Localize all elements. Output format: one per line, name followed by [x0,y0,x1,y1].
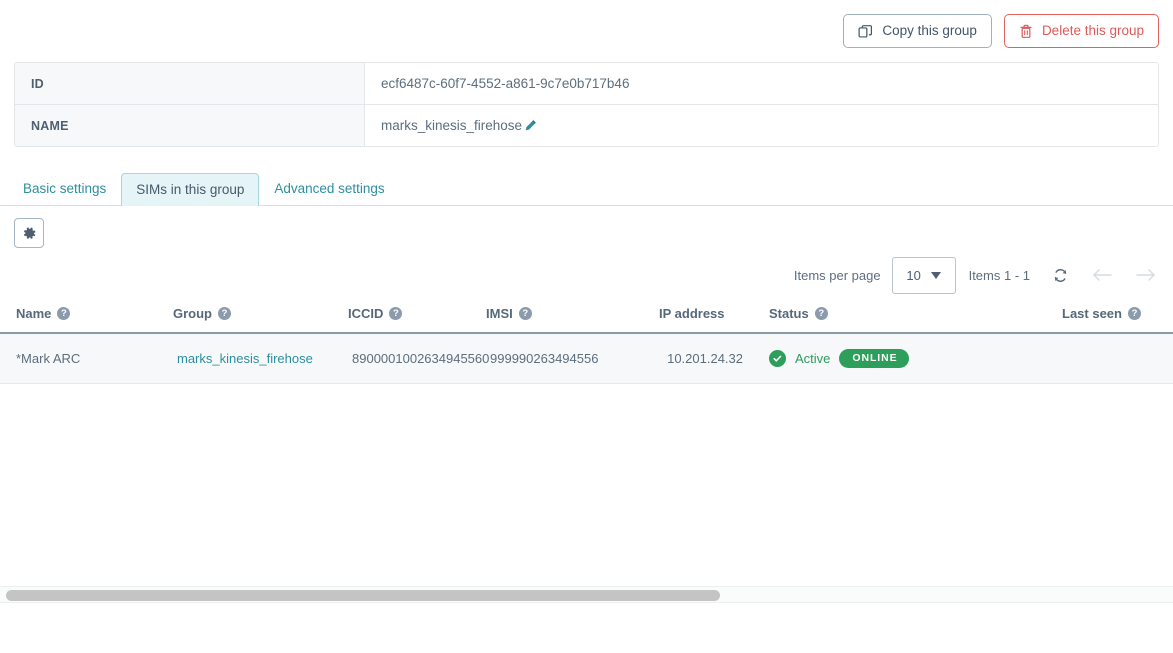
items-per-page-value: 10 [906,268,920,283]
help-icon-group[interactable]: ? [218,307,231,320]
cell-group: marks_kinesis_firehose [173,333,348,383]
items-per-page-select[interactable]: 10 [892,257,956,294]
info-label-name: NAME [15,105,365,146]
cell-name: *Mark ARC [0,333,173,383]
column-header-last-seen-label: Last seen [1062,306,1122,321]
status-badge: ONLINE [839,349,909,368]
info-value-id: ecf6487c-60f7-4552-a861-9c7e0b717b46 [365,63,1158,104]
copy-this-group-label: Copy this group [882,24,977,38]
cell-last-seen [1062,333,1173,383]
table-header-row: Name ? Group ? ICCID ? [0,298,1173,333]
sims-table: Name ? Group ? ICCID ? [0,298,1173,384]
horizontal-scrollbar-thumb[interactable] [6,590,720,601]
arrow-right-icon[interactable] [1135,267,1157,283]
tab-basic-settings-label: Basic settings [23,182,106,196]
help-icon-name[interactable]: ? [57,307,70,320]
column-header-imsi[interactable]: IMSI ? [486,298,659,333]
help-icon-status[interactable]: ? [815,307,828,320]
group-id-text: ecf6487c-60f7-4552-a861-9c7e0b717b46 [381,76,629,91]
tab-sims-in-this-group[interactable]: SIMs in this group [121,173,259,206]
items-range-label: Items 1 - 1 [969,268,1030,283]
horizontal-scrollbar[interactable] [0,586,1173,603]
pagination-bar: Items per page 10 Items 1 - 1 [0,248,1173,292]
column-header-group[interactable]: Group ? [173,298,348,333]
column-header-last-seen[interactable]: Last seen ? [1062,298,1173,333]
tab-basic-settings[interactable]: Basic settings [8,172,121,205]
column-header-iccid-label: ICCID [348,306,383,321]
info-value-name: marks_kinesis_firehose [365,105,1158,146]
column-header-name-label: Name [16,306,51,321]
group-detail-page: Copy this group Delete this group ID ecf… [0,0,1173,653]
table-toolbar [0,206,1173,248]
check-circle-icon [769,350,786,367]
column-header-status[interactable]: Status ? [747,298,1062,333]
help-icon-last-seen[interactable]: ? [1128,307,1141,320]
column-settings-button[interactable] [14,218,44,248]
chevron-down-icon [931,272,941,279]
settings-tabs: Basic settings SIMs in this group Advanc… [0,173,1173,206]
copy-icon [858,24,873,39]
group-info-table: ID ecf6487c-60f7-4552-a861-9c7e0b717b46 … [14,62,1159,147]
info-row-name: NAME marks_kinesis_firehose [15,105,1158,146]
column-header-status-label: Status [769,306,809,321]
table-row[interactable]: *Mark ARC marks_kinesis_firehose 8900001… [0,333,1173,383]
tab-advanced-settings-label: Advanced settings [274,182,384,196]
help-icon-imsi[interactable]: ? [519,307,532,320]
info-label-id: ID [15,63,365,104]
trash-icon [1019,24,1033,39]
cell-imsi: 999990263494556 [486,333,659,383]
tab-advanced-settings[interactable]: Advanced settings [259,172,399,205]
tab-sims-in-this-group-label: SIMs in this group [136,183,244,197]
refresh-icon[interactable] [1052,267,1069,284]
pencil-icon[interactable] [524,119,537,132]
column-header-iccid[interactable]: ICCID ? [348,298,486,333]
delete-this-group-button[interactable]: Delete this group [1004,14,1159,48]
group-link[interactable]: marks_kinesis_firehose [177,351,313,366]
status-text: Active [795,351,830,366]
items-per-page-label: Items per page [794,268,881,283]
page-action-bar: Copy this group Delete this group [0,0,1173,62]
info-row-id: ID ecf6487c-60f7-4552-a861-9c7e0b717b46 [15,63,1158,105]
column-header-group-label: Group [173,306,212,321]
sims-table-wrapper: Name ? Group ? ICCID ? [0,298,1173,384]
column-header-ip-address-label: IP address [659,306,725,321]
delete-this-group-label: Delete this group [1042,24,1144,38]
column-header-name[interactable]: Name ? [0,298,173,333]
cell-iccid: 8900001002634945560 [348,333,486,383]
help-icon-iccid[interactable]: ? [389,307,402,320]
copy-this-group-button[interactable]: Copy this group [843,14,992,48]
cell-ip-address: 10.201.24.32 [659,333,747,383]
column-header-imsi-label: IMSI [486,306,513,321]
arrow-left-icon[interactable] [1091,267,1113,283]
column-header-ip-address[interactable]: IP address [659,298,747,333]
group-name-text: marks_kinesis_firehose [381,118,522,133]
cell-status: Active ONLINE [747,333,1062,383]
gear-icon [22,226,37,241]
